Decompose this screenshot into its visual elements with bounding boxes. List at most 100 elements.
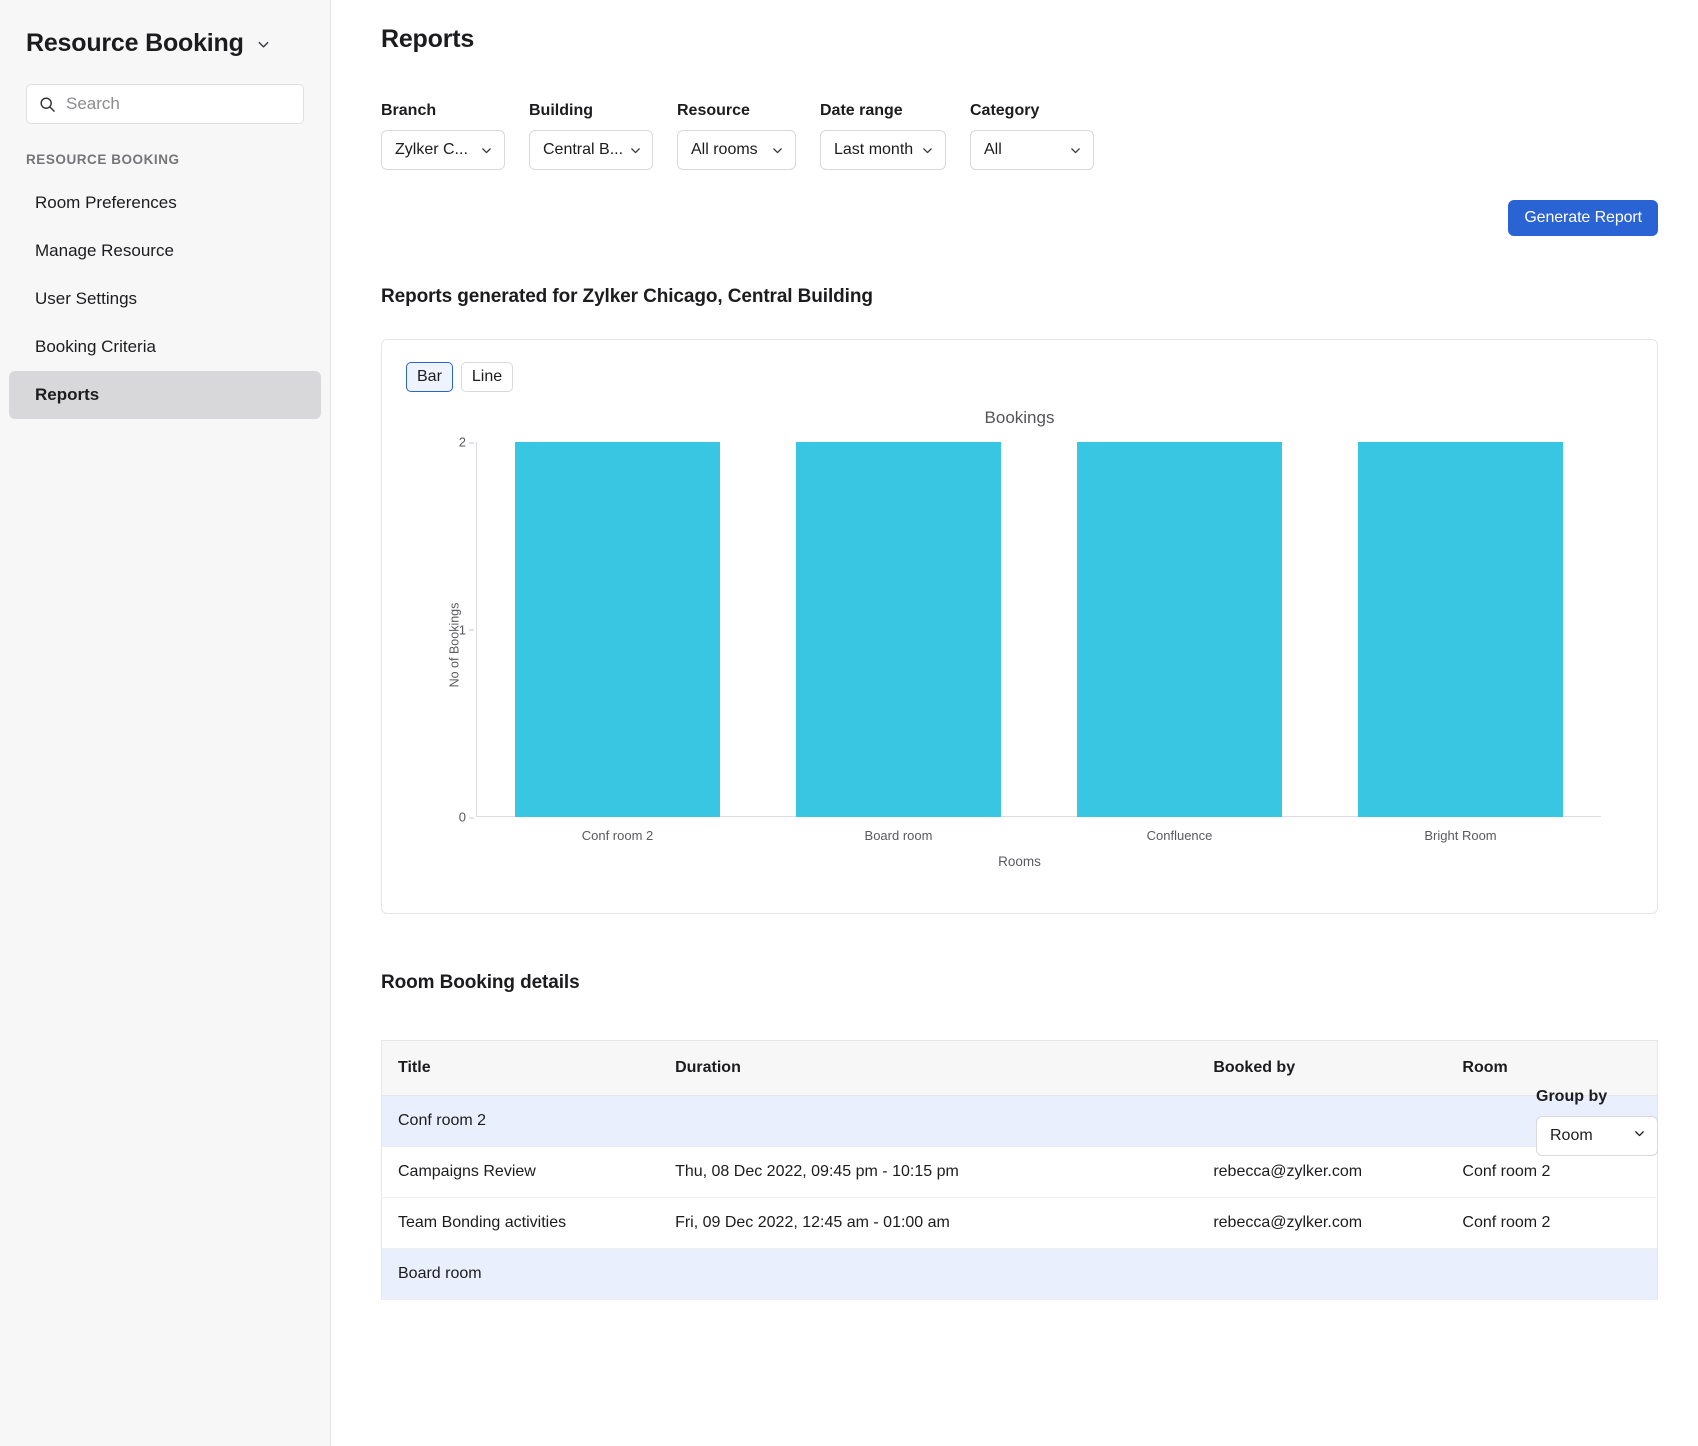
cell-duration: Thu, 08 Dec 2022, 09:45 pm - 10:15 pm [659, 1147, 1197, 1198]
y-tick-2: 2 [459, 435, 466, 450]
brand-title: Resource Booking [26, 29, 244, 58]
bookings-table: Title Duration Booked by Room Conf room … [381, 1040, 1658, 1300]
resource-select[interactable]: All rooms [677, 130, 796, 170]
filter-bar: Branch Zylker C... Building Central B... [381, 102, 1658, 170]
page-title: Reports [381, 25, 1658, 54]
filter-building: Building Central B... [529, 102, 653, 170]
search-icon [39, 96, 56, 113]
column-header-title[interactable]: Title [382, 1041, 660, 1096]
bar-slot: Bright Room [1320, 442, 1601, 817]
cell-booked-by: rebecca@zylker.com [1197, 1198, 1446, 1249]
filter-label-date-range: Date range [820, 102, 946, 120]
sidebar-item-booking-criteria[interactable]: Booking Criteria [9, 323, 321, 371]
generate-report-row: Generate Report [381, 200, 1658, 236]
chevron-down-icon [921, 144, 934, 157]
group-by-select-value: Room [1550, 1127, 1593, 1145]
bar[interactable] [796, 442, 1001, 817]
cell-title: Campaigns Review [382, 1147, 660, 1198]
category-select[interactable]: All [970, 130, 1094, 170]
group-by-control: Group by Room [1536, 1088, 1658, 1156]
bar[interactable] [1358, 442, 1563, 817]
cell-title: Team Bonding activities [382, 1198, 660, 1249]
sidebar: Resource Booking RESOURCE BOOKING Room P… [0, 0, 331, 1446]
resource-select-value: All rooms [691, 141, 758, 159]
chart-card: Bar Line Bookings No of Bookings 2 1 0 C… [381, 339, 1658, 914]
sidebar-brand[interactable]: Resource Booking [0, 0, 330, 62]
filter-date-range: Date range Last month [820, 102, 946, 170]
date-range-select-value: Last month [834, 141, 913, 159]
sidebar-section-label: RESOURCE BOOKING [26, 152, 304, 167]
sidebar-item-label: Booking Criteria [35, 337, 156, 357]
sidebar-item-label: Manage Resource [35, 241, 174, 261]
table-header: Title Duration Booked by Room [382, 1041, 1658, 1096]
chevron-down-icon [629, 144, 642, 157]
chart-y-ticks: 2 1 0 [438, 442, 474, 817]
chart-type-bar-button[interactable]: Bar [406, 362, 453, 392]
group-by-label: Group by [1536, 1088, 1607, 1106]
sidebar-item-room-preferences[interactable]: Room Preferences [9, 179, 321, 227]
filter-label-resource: Resource [677, 102, 796, 120]
generate-report-button[interactable]: Generate Report [1508, 200, 1658, 236]
search-input[interactable] [66, 94, 291, 114]
sidebar-item-label: User Settings [35, 289, 137, 309]
cell-room: Conf room 2 [1446, 1198, 1657, 1249]
report-subtitle: Reports generated for Zylker Chicago, Ce… [381, 286, 1658, 308]
chevron-down-icon[interactable] [256, 34, 271, 52]
search-box[interactable] [26, 84, 304, 124]
table-row[interactable]: Campaigns Review Thu, 08 Dec 2022, 09:45… [382, 1147, 1658, 1198]
filter-category: Category All [970, 102, 1094, 170]
chart-type-toggle: Bar Line [406, 362, 1633, 392]
y-tick-0: 0 [459, 810, 466, 825]
bar-label: Confluence [1147, 828, 1213, 843]
sidebar-item-label: Room Preferences [35, 193, 177, 213]
group-row-spacer [659, 1096, 1197, 1147]
filter-resource: Resource All rooms [677, 102, 796, 170]
group-row-spacer [1197, 1249, 1446, 1300]
date-range-select[interactable]: Last month [820, 130, 946, 170]
chart-type-line-button[interactable]: Line [461, 362, 513, 392]
room-booking-details-title: Room Booking details [381, 972, 1658, 994]
category-select-value: All [984, 141, 1002, 159]
app-root: Resource Booking RESOURCE BOOKING Room P… [0, 0, 1698, 1446]
chevron-down-icon [480, 144, 493, 157]
group-row-spacer [1197, 1096, 1446, 1147]
sidebar-item-manage-resource[interactable]: Manage Resource [9, 227, 321, 275]
group-row-label: Conf room 2 [382, 1096, 660, 1147]
table-body: Conf room 2 Campaigns Review Thu, 08 Dec… [382, 1096, 1658, 1300]
bar-label: Conf room 2 [582, 828, 654, 843]
group-row-spacer [659, 1249, 1197, 1300]
bar-label: Bright Room [1424, 828, 1496, 843]
group-by-select[interactable]: Room [1536, 1116, 1658, 1156]
chevron-down-icon [1069, 144, 1082, 157]
table-group-row: Conf room 2 [382, 1096, 1658, 1147]
sidebar-item-user-settings[interactable]: User Settings [9, 275, 321, 323]
bar-slot: Board room [758, 442, 1039, 817]
chevron-down-icon [771, 144, 784, 157]
chart-x-axis-label: Rooms [406, 854, 1633, 869]
sidebar-item-label: Reports [35, 385, 99, 405]
group-row-spacer [1446, 1249, 1657, 1300]
bar[interactable] [515, 442, 720, 817]
filter-label-branch: Branch [381, 102, 505, 120]
main-content: Reports Branch Zylker C... Building Cent… [331, 0, 1698, 1446]
cell-booked-by: rebecca@zylker.com [1197, 1147, 1446, 1198]
y-tick-1: 1 [459, 622, 466, 637]
bar-slot: Conf room 2 [477, 442, 758, 817]
column-header-booked-by[interactable]: Booked by [1197, 1041, 1446, 1096]
bar-slot: Confluence [1039, 442, 1320, 817]
table-row[interactable]: Team Bonding activities Fri, 09 Dec 2022… [382, 1198, 1658, 1249]
table-header-row: Title Duration Booked by Room [382, 1041, 1658, 1096]
building-select-value: Central B... [543, 141, 623, 159]
bar[interactable] [1077, 442, 1282, 817]
sidebar-nav: Room Preferences Manage Resource User Se… [0, 179, 330, 419]
sidebar-item-reports[interactable]: Reports [9, 371, 321, 419]
column-header-duration[interactable]: Duration [659, 1041, 1197, 1096]
chevron-down-icon [1633, 1127, 1646, 1145]
chart-title: Bookings [406, 408, 1633, 428]
bar-label: Board room [865, 828, 933, 843]
filter-label-category: Category [970, 102, 1094, 120]
chart-bars: Conf room 2 Board room Confluence Bright… [477, 442, 1601, 817]
building-select[interactable]: Central B... [529, 130, 653, 170]
branch-select[interactable]: Zylker C... [381, 130, 505, 170]
group-row-label: Board room [382, 1249, 660, 1300]
